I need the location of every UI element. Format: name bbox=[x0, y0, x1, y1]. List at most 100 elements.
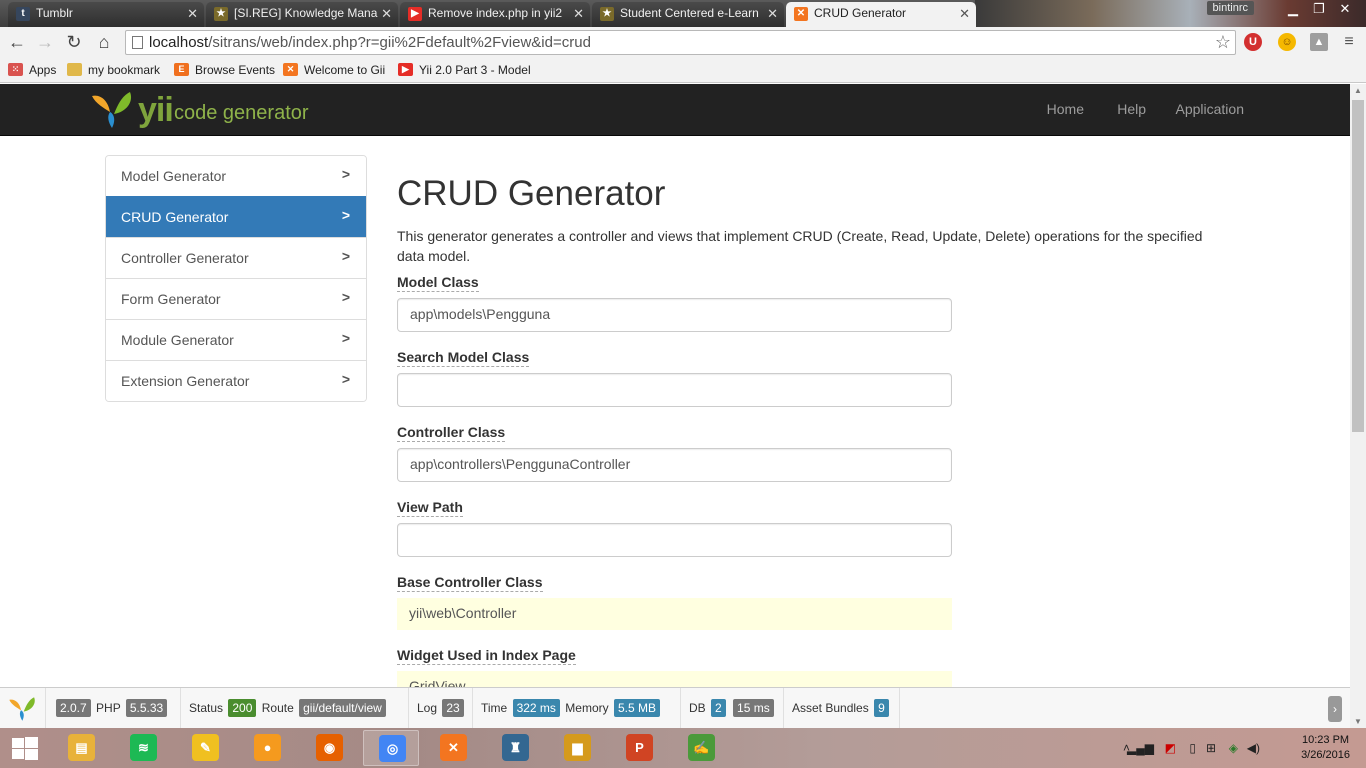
profile-name[interactable]: bintinrc bbox=[1206, 1, 1254, 15]
field-label: Base Controller Class bbox=[397, 574, 543, 592]
sidebar-item-extension-generator[interactable]: Extension Generator > bbox=[106, 360, 366, 401]
scroll-thumb[interactable] bbox=[1352, 100, 1364, 432]
sidebar-item-module-generator[interactable]: Module Generator > bbox=[106, 319, 366, 360]
taskbar-app-chrome[interactable]: ◎ bbox=[363, 730, 419, 766]
debug-collapse-icon[interactable]: › bbox=[1328, 696, 1342, 722]
reload-icon[interactable]: ↻ bbox=[63, 31, 85, 53]
model-class-input[interactable]: app\models\Pengguna bbox=[397, 298, 952, 332]
drive-extension-icon[interactable]: ▲ bbox=[1310, 33, 1328, 51]
chevron-right-icon: > bbox=[341, 207, 350, 223]
address-bar[interactable]: localhost/sitrans/web/index.php?r=gii%2F… bbox=[125, 30, 1236, 55]
tab-tumblr[interactable]: t Tumblr ✕ bbox=[8, 2, 204, 27]
close-tab-icon[interactable]: ✕ bbox=[573, 2, 584, 25]
debug-logo[interactable] bbox=[0, 688, 46, 728]
bookmark-welcome-gii[interactable]: ✕ Welcome to Gii bbox=[283, 62, 385, 78]
nav-help[interactable]: Help bbox=[1117, 101, 1146, 117]
scroll-up-icon[interactable]: ▲ bbox=[1354, 86, 1362, 95]
base-controller-class-value[interactable]: yii\web\Controller bbox=[397, 598, 952, 630]
chrome-menu-icon[interactable]: ≡ bbox=[1340, 33, 1358, 51]
page-scrollbar[interactable]: ▲ ▼ bbox=[1350, 84, 1366, 728]
bookmark-my-bookmark[interactable]: my bookmark bbox=[67, 62, 160, 78]
url-text[interactable]: localhost/sitrans/web/index.php?r=gii%2F… bbox=[149, 34, 591, 51]
view-path-input[interactable] bbox=[397, 523, 952, 557]
emoji-extension-icon[interactable]: ☺ bbox=[1278, 33, 1296, 51]
start-button[interactable] bbox=[0, 730, 50, 766]
generator-description: This generator generates a controller an… bbox=[397, 228, 1203, 264]
tab-title: CRUD Generator bbox=[814, 6, 907, 20]
restore-icon[interactable]: ❐ bbox=[1306, 0, 1332, 18]
scroll-down-icon[interactable]: ▼ bbox=[1354, 717, 1362, 726]
tab-youtube[interactable]: ▶ Remove index.php in yii2 ✕ bbox=[400, 2, 590, 27]
yii-debug-toolbar: 2.0.7 PHP 5.5.33 Status 200 Route gii/de… bbox=[0, 687, 1350, 728]
taskbar-app-postgres[interactable]: ♜ bbox=[487, 730, 543, 766]
taskbar-app-xampp[interactable]: ✕ bbox=[425, 730, 481, 766]
windows-flag-icon[interactable]: ⊞ bbox=[1206, 741, 1216, 755]
taskbar-app-pen-tool[interactable]: ✎ bbox=[177, 730, 233, 766]
site-navbar: yii code generator Home Help Application bbox=[0, 84, 1350, 136]
nav-home[interactable]: Home bbox=[1047, 101, 1084, 117]
bookmark-apps[interactable]: ⁙ Apps bbox=[8, 62, 56, 78]
tab-title: [SI.REG] Knowledge Mana bbox=[234, 6, 378, 20]
close-window-icon[interactable]: ✕ bbox=[1332, 0, 1358, 18]
page-icon bbox=[132, 36, 143, 49]
debug-assets[interactable]: Asset Bundles 9 bbox=[784, 688, 900, 728]
taskbar-app-spotify[interactable]: ≋ bbox=[115, 730, 171, 766]
generator-form: CRUD Generator This generator generates … bbox=[397, 172, 1227, 266]
taskbar-app-notepad[interactable]: ✍ bbox=[673, 730, 729, 766]
field-label: Search Model Class bbox=[397, 349, 530, 367]
sidebar-item-model-generator[interactable]: Model Generator > bbox=[106, 156, 366, 196]
sidebar-item-label: Form Generator bbox=[121, 291, 221, 307]
network-icon[interactable]: ◈ bbox=[1229, 741, 1238, 755]
index-widget-value[interactable]: GridView bbox=[397, 671, 952, 687]
system-clock[interactable]: 10:23 PM 3/26/2016 bbox=[1301, 733, 1350, 763]
notepad-icon: ✍ bbox=[688, 734, 715, 761]
sidebar-item-form-generator[interactable]: Form Generator > bbox=[106, 278, 366, 319]
db-time-badge: 15 ms bbox=[733, 699, 774, 717]
sidebar-item-crud-generator[interactable]: CRUD Generator > bbox=[106, 196, 366, 237]
tab-knowledge[interactable]: ★ [SI.REG] Knowledge Mana ✕ bbox=[206, 2, 398, 27]
brand-text: code generator bbox=[174, 102, 309, 124]
signal-icon[interactable]: ▂▄▆ bbox=[1127, 741, 1154, 755]
taskbar-app-file-explorer[interactable]: ▤ bbox=[53, 730, 109, 766]
search-model-class-input[interactable] bbox=[397, 373, 952, 407]
tab-crud-generator[interactable]: ✕ CRUD Generator ✕ bbox=[786, 2, 976, 27]
home-icon[interactable]: ⌂ bbox=[93, 31, 115, 53]
url-host: localhost bbox=[149, 34, 209, 51]
minimize-icon[interactable]: ▁ bbox=[1280, 0, 1306, 18]
back-icon[interactable]: ← bbox=[6, 31, 28, 53]
antivirus-icon[interactable]: ◩ bbox=[1165, 741, 1176, 755]
debug-versions[interactable]: 2.0.7 PHP 5.5.33 bbox=[46, 688, 181, 728]
debug-log[interactable]: Log 23 bbox=[409, 688, 473, 728]
controller-class-input[interactable]: app\controllers\PenggunaController bbox=[397, 448, 952, 482]
close-tab-icon[interactable]: ✕ bbox=[767, 2, 778, 25]
taskbar-app-vlc-like[interactable]: ● bbox=[239, 730, 295, 766]
bookmark-browse-events[interactable]: E Browse Events bbox=[174, 62, 275, 78]
bookmarks-bar: ⁙ Apps my bookmark E Browse Events ✕ Wel… bbox=[0, 58, 1366, 83]
route-label: Route bbox=[261, 701, 294, 715]
close-tab-icon[interactable]: ✕ bbox=[187, 2, 198, 25]
bookmark-label: Welcome to Gii bbox=[304, 63, 386, 77]
nav-application[interactable]: Application bbox=[1176, 101, 1245, 117]
folder-icon bbox=[67, 63, 82, 76]
debug-request[interactable]: Status 200 Route gii/default/view bbox=[181, 688, 409, 728]
field-model-class: Model Class app\models\Pengguna bbox=[397, 274, 952, 332]
taskbar-app-powerpoint[interactable]: P bbox=[611, 730, 667, 766]
time-badge: 322 ms bbox=[512, 699, 560, 717]
debug-db[interactable]: DB 2 15 ms bbox=[681, 688, 784, 728]
sidebar-item-controller-generator[interactable]: Controller Generator > bbox=[106, 237, 366, 278]
tab-student-elearning[interactable]: ★ Student Centered e-Learn ✕ bbox=[592, 2, 784, 27]
taskbar-app-storage[interactable]: ▆ bbox=[549, 730, 605, 766]
battery-icon[interactable]: ▯ bbox=[1189, 741, 1196, 755]
close-tab-icon[interactable]: ✕ bbox=[381, 2, 392, 25]
close-tab-icon[interactable]: ✕ bbox=[959, 2, 970, 25]
debug-profiling[interactable]: Time 322 ms Memory 5.5 MB bbox=[473, 688, 681, 728]
adblock-icon[interactable]: U bbox=[1244, 33, 1262, 51]
brand-yii: yii bbox=[138, 91, 174, 129]
taskbar-app-firefox[interactable]: ◉ bbox=[301, 730, 357, 766]
volume-icon[interactable]: ◀) bbox=[1247, 741, 1260, 755]
bookmark-yii-part3[interactable]: ▶ Yii 2.0 Part 3 - Model bbox=[398, 62, 531, 78]
sidebar-item-label: Module Generator bbox=[121, 332, 234, 348]
bookmark-star-icon[interactable]: ☆ bbox=[1215, 32, 1231, 53]
page-viewport: yii code generator Home Help Application… bbox=[0, 84, 1350, 687]
forward-icon[interactable]: → bbox=[34, 31, 56, 53]
